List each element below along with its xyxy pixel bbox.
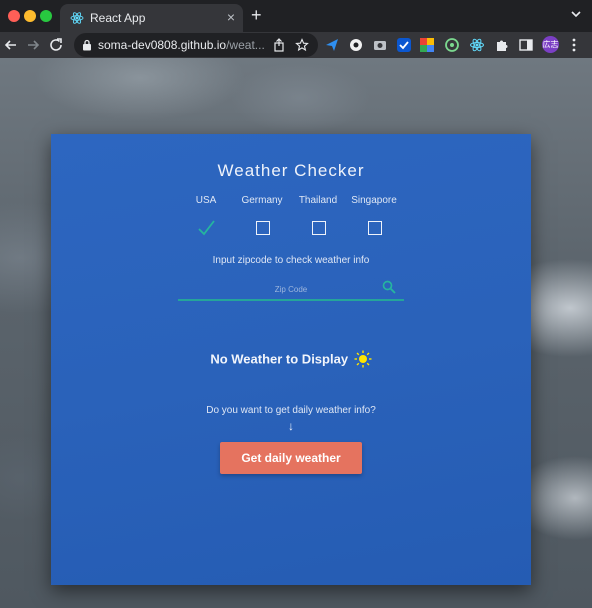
back-icon[interactable] bbox=[2, 36, 20, 54]
zip-prompt-text: Input zipcode to check weather info bbox=[212, 255, 370, 266]
extension-circle-icon[interactable] bbox=[348, 37, 364, 53]
tab-strip: React App × + bbox=[0, 0, 592, 32]
zip-code-input[interactable] bbox=[178, 279, 404, 299]
no-weather-message: No Weather to Display bbox=[51, 350, 531, 368]
page-viewport: Weather Checker USA Germany Thailand Sin… bbox=[0, 58, 592, 608]
url-text: soma-dev0808.github.io/weat... bbox=[98, 38, 264, 52]
react-icon bbox=[70, 12, 84, 24]
search-icon[interactable] bbox=[382, 280, 396, 294]
weather-card: Weather Checker USA Germany Thailand Sin… bbox=[51, 134, 531, 585]
browser-toolbar: soma-dev0808.github.io/weat... 広志 bbox=[0, 32, 592, 58]
extension-check-icon[interactable] bbox=[396, 37, 412, 53]
reload-icon[interactable] bbox=[47, 36, 65, 54]
checkbox-germany[interactable] bbox=[256, 221, 270, 235]
maximize-window-button[interactable] bbox=[40, 10, 52, 22]
url-host: soma-dev0808.github.io bbox=[98, 38, 227, 52]
sun-icon bbox=[354, 350, 372, 368]
get-daily-weather-button[interactable]: Get daily weather bbox=[220, 442, 362, 474]
extension-paperplane-icon[interactable] bbox=[324, 37, 340, 53]
minimize-window-button[interactable] bbox=[24, 10, 36, 22]
checkbox-singapore[interactable] bbox=[368, 221, 382, 235]
tab-title: React App bbox=[90, 11, 146, 25]
extension-camera-icon[interactable] bbox=[372, 37, 388, 53]
page-title: Weather Checker bbox=[217, 161, 365, 180]
forward-icon[interactable] bbox=[24, 36, 42, 54]
down-arrow-icon: ↓ bbox=[288, 419, 294, 433]
checkbox-thailand[interactable] bbox=[312, 221, 326, 235]
share-icon[interactable] bbox=[272, 38, 286, 52]
extensions-puzzle-icon[interactable] bbox=[494, 37, 510, 53]
daily-weather-question: Do you want to get daily weather info? bbox=[206, 405, 376, 416]
zip-field bbox=[178, 277, 404, 301]
extension-target-icon[interactable] bbox=[444, 37, 460, 53]
address-bar[interactable]: soma-dev0808.github.io/weat... bbox=[74, 33, 318, 57]
extension-react-devtools-icon[interactable] bbox=[469, 37, 485, 53]
country-label-singapore: Singapore bbox=[351, 195, 397, 206]
tab-search-chevron-icon[interactable] bbox=[570, 8, 582, 20]
extension-google-icon[interactable] bbox=[419, 37, 435, 53]
bookmark-star-icon[interactable] bbox=[295, 38, 309, 52]
sidebar-icon[interactable] bbox=[518, 37, 534, 53]
no-weather-text: No Weather to Display bbox=[210, 351, 349, 367]
browser-tab[interactable]: React App × bbox=[60, 4, 243, 32]
lock-icon[interactable] bbox=[82, 39, 92, 51]
checkbox-usa-checked[interactable] bbox=[196, 218, 216, 238]
url-path: /weat... bbox=[226, 38, 264, 52]
kebab-menu-icon[interactable] bbox=[569, 37, 579, 53]
close-window-button[interactable] bbox=[8, 10, 20, 22]
new-tab-button[interactable]: + bbox=[251, 5, 262, 25]
profile-avatar[interactable]: 広志 bbox=[542, 36, 559, 53]
tab-close-icon[interactable]: × bbox=[227, 9, 235, 25]
